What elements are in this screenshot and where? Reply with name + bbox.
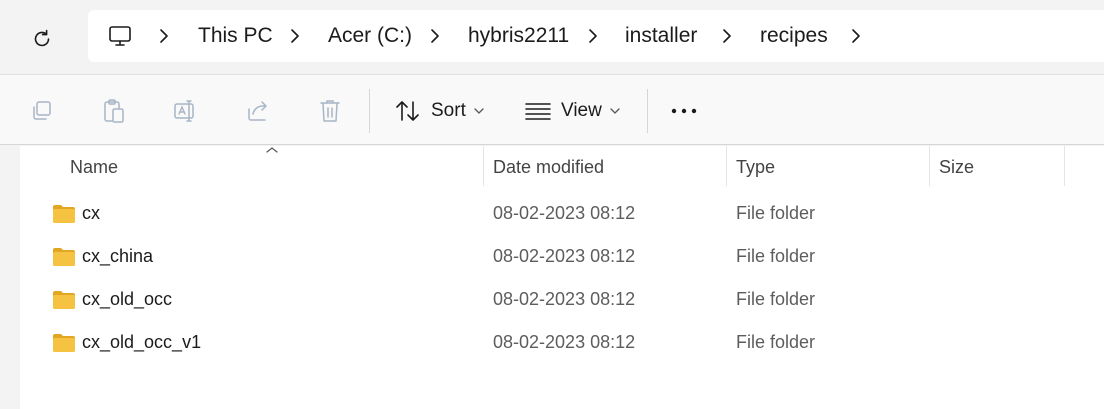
breadcrumb-acer-c[interactable]: Acer (C:) — [328, 24, 412, 48]
rename-icon — [174, 100, 194, 122]
file-type: File folder — [736, 289, 816, 309]
column-header-date[interactable]: Date modified — [493, 156, 604, 178]
file-name: cx_china — [82, 246, 154, 266]
chevron-right-icon[interactable] — [429, 27, 441, 45]
chevron-right-icon[interactable] — [587, 27, 599, 45]
file-list: Name Date modified Type Size cx 08-02-20… — [20, 146, 1104, 409]
file-type: File folder — [736, 332, 816, 352]
file-date-modified: 08-02-2023 08:12 — [493, 332, 636, 352]
view-button[interactable]: View — [525, 95, 620, 127]
refresh-icon — [34, 29, 50, 47]
sort-label: Sort — [431, 100, 466, 121]
column-separator[interactable] — [1064, 146, 1065, 186]
refresh-button[interactable] — [26, 24, 58, 54]
sort-icon — [396, 101, 419, 121]
copy-icon — [33, 101, 51, 120]
table-row[interactable]: cx 08-02-2023 08:12 File folder — [20, 194, 1104, 237]
file-type: File folder — [736, 246, 816, 266]
paste-icon — [104, 99, 124, 123]
file-date-modified: 08-02-2023 08:12 — [493, 246, 636, 266]
breadcrumb-recipes[interactable]: recipes — [760, 24, 828, 48]
column-separator[interactable] — [929, 146, 930, 186]
computer-icon — [109, 26, 131, 46]
chevron-right-icon[interactable] — [158, 27, 170, 45]
chevron-right-icon[interactable] — [289, 27, 301, 45]
column-header-size[interactable]: Size — [939, 156, 974, 178]
table-row[interactable]: cx_china 08-02-2023 08:12 File folder — [20, 237, 1104, 280]
more-icon — [671, 108, 697, 114]
file-name: cx_old_occ — [82, 289, 173, 309]
more-options-button[interactable] — [670, 97, 698, 125]
share-button[interactable] — [244, 97, 272, 125]
delete-button[interactable] — [316, 97, 344, 125]
folder-icon — [53, 291, 75, 309]
view-label: View — [561, 100, 602, 121]
address-bar[interactable]: This PC Acer (C:) hybris2211 installer r… — [88, 10, 1104, 62]
address-row: This PC Acer (C:) hybris2211 installer r… — [0, 0, 1104, 74]
table-row[interactable]: cx_old_occ_v1 08-02-2023 08:12 File fold… — [20, 323, 1104, 366]
file-name: cx_old_occ_v1 — [82, 332, 202, 352]
column-separator[interactable] — [483, 146, 484, 186]
chevron-down-icon — [610, 108, 620, 114]
folder-icon — [53, 334, 75, 352]
toolbar-divider — [647, 89, 648, 133]
chevron-right-icon[interactable] — [721, 27, 733, 45]
copy-button[interactable] — [28, 97, 56, 125]
table-row[interactable]: cx_old_occ 08-02-2023 08:12 File folder — [20, 280, 1104, 323]
column-header-type[interactable]: Type — [736, 156, 775, 178]
share-icon — [248, 101, 267, 121]
file-date-modified: 08-02-2023 08:12 — [493, 289, 636, 309]
folder-icon — [53, 205, 75, 223]
chevron-right-icon[interactable] — [850, 27, 862, 45]
breadcrumb-hybris2211[interactable]: hybris2211 — [468, 24, 569, 48]
sort-button[interactable]: Sort — [395, 95, 484, 127]
file-date-modified: 08-02-2023 08:12 — [493, 203, 636, 223]
breadcrumb-installer[interactable]: installer — [625, 24, 697, 48]
file-name: cx — [82, 203, 100, 223]
command-bar: Sort View — [0, 74, 1104, 145]
breadcrumb-this-pc[interactable]: This PC — [198, 24, 273, 48]
column-header-name[interactable]: Name — [70, 156, 118, 178]
folder-icon — [53, 248, 75, 266]
paste-button[interactable] — [100, 97, 128, 125]
file-type: File folder — [736, 203, 816, 223]
column-separator[interactable] — [726, 146, 727, 186]
trash-icon — [320, 100, 340, 122]
rename-button[interactable] — [172, 97, 200, 125]
list-view-icon — [525, 103, 551, 120]
sort-ascending-icon — [266, 147, 278, 153]
chevron-down-icon — [474, 108, 484, 114]
toolbar-divider — [369, 89, 370, 133]
